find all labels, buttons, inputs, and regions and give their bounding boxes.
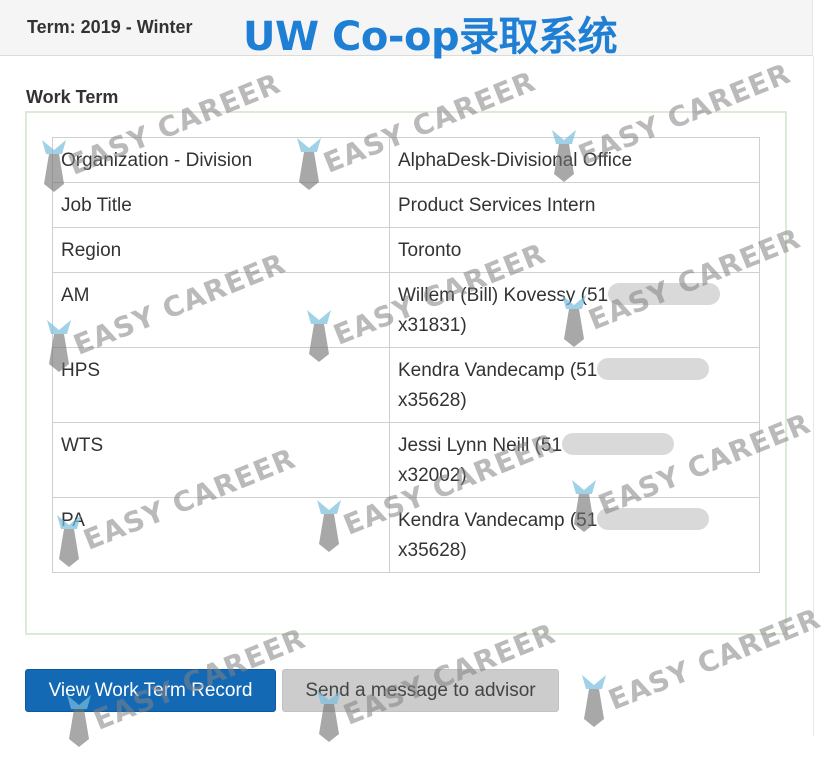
tie-icon [580,675,608,732]
contact-extension: x31831) [398,315,467,336]
redacted-phone [597,357,710,380]
table-row: PA Kendra Vandecamp (51 x35628) [52,497,760,573]
table-row: WTS Jessi Lynn Neill (51 x32002) [52,422,760,498]
table-row: HPS Kendra Vandecamp (51 x35628) [52,347,760,423]
table-row: Organization - Division AlphaDesk-Divisi… [52,137,760,183]
section-title: Work Term [26,87,119,107]
row-value: Willem (Bill) Kovessy (51 x31831) [389,272,760,348]
overlay-title: UW Co-op录取系统 [243,14,618,60]
row-label: Region [52,227,390,273]
table-row: AM Willem (Bill) Kovessy (51 x31831) [52,272,760,348]
right-divider [813,56,814,736]
row-value: Jessi Lynn Neill (51 x32002) [389,422,760,498]
row-value: Kendra Vandecamp (51 x35628) [389,497,760,573]
row-label: Organization - Division [52,137,390,183]
term-header: Term: 2019 - Winter UW Co-op录取系统 [0,0,813,60]
row-value: AlphaDesk-Divisional Office [389,137,760,183]
redacted-phone [608,282,721,305]
row-label: Job Title [52,182,390,228]
view-work-term-record-button[interactable]: View Work Term Record [25,669,276,712]
row-label: PA [52,497,390,573]
contact-extension: x35628) [398,390,467,411]
term-label: Term: 2019 - Winter [27,17,193,37]
contact-name: Jessi Lynn Neill (51 [398,435,563,456]
send-message-to-advisor-button[interactable]: Send a message to advisor [282,669,559,712]
table-row: Region Toronto [52,227,760,273]
contact-extension: x35628) [398,540,467,561]
row-label: WTS [52,422,390,498]
row-value: Toronto [389,227,760,273]
page: Term: 2019 - Winter UW Co-op录取系统 Work Te… [0,0,828,764]
contact-name: Kendra Vandecamp (51 [398,360,598,381]
contact-name: Kendra Vandecamp (51 [398,510,598,531]
row-label: AM [52,272,390,348]
redacted-phone [597,507,710,530]
contact-name: Willem (Bill) Kovessy (51 [398,285,609,306]
work-term-table: Organization - Division AlphaDesk-Divisi… [52,137,760,573]
row-label: HPS [52,347,390,423]
contact-extension: x32002) [398,465,467,486]
redacted-phone [562,432,675,455]
table-row: Job Title Product Services Intern [52,182,760,228]
row-value: Kendra Vandecamp (51 x35628) [389,347,760,423]
row-value: Product Services Intern [389,182,760,228]
